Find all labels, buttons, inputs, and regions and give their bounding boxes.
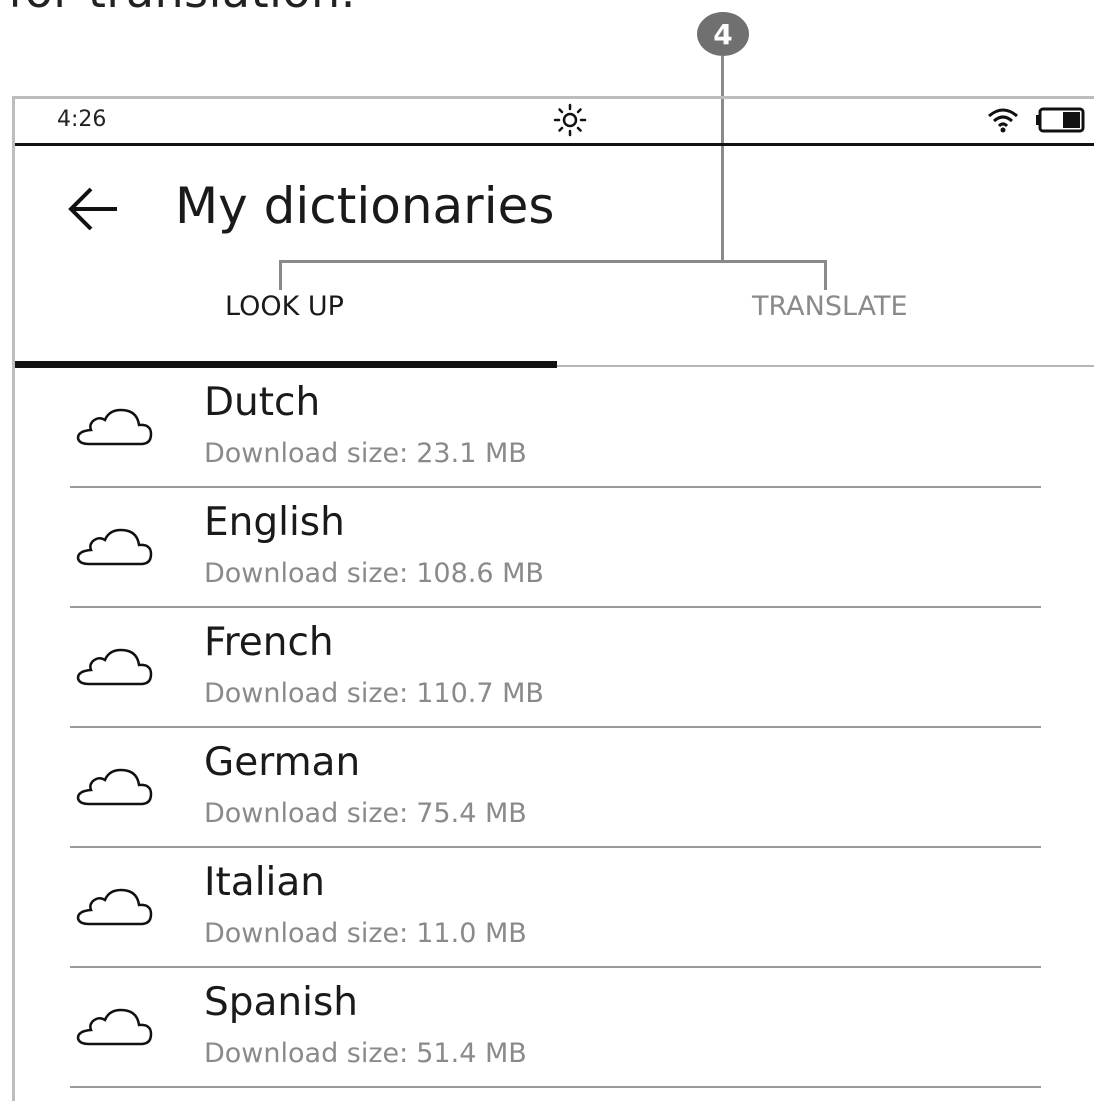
dictionary-name: German xyxy=(204,740,361,785)
tab-look-up[interactable]: LOOK UP xyxy=(225,291,344,322)
download-size: Download size: 75.4 MB xyxy=(204,798,527,829)
list-item-french[interactable]: French Download size: 110.7 MB xyxy=(15,608,1094,728)
download-size-value: 51.4 MB xyxy=(416,1038,527,1069)
list-divider xyxy=(70,1086,1041,1088)
dictionary-name: English xyxy=(204,500,345,545)
dictionary-name: French xyxy=(204,620,334,665)
download-size-value: 108.6 MB xyxy=(416,558,544,589)
list-item-english[interactable]: English Download size: 108.6 MB xyxy=(15,488,1094,608)
dictionary-list: Dutch Download size: 23.1 MB English Down… xyxy=(15,368,1094,1088)
download-size: Download size: 51.4 MB xyxy=(204,1038,527,1069)
download-size-value: 75.4 MB xyxy=(416,798,527,829)
active-tab-indicator xyxy=(15,361,557,368)
device-screen: 4:26 My dictionaries LOOK UP TRANSLATE D… xyxy=(12,96,1094,1101)
download-size-value: 11.0 MB xyxy=(416,918,527,949)
tab-translate[interactable]: TRANSLATE xyxy=(752,291,908,322)
dictionary-name: Spanish xyxy=(204,980,359,1025)
page: for translation. 4 4:26 xyxy=(0,0,1094,1101)
download-size-label: Download size: xyxy=(204,798,409,829)
cloud-icon[interactable] xyxy=(75,884,153,928)
wifi-icon xyxy=(988,108,1018,133)
cloud-icon[interactable] xyxy=(75,524,153,568)
download-size-label: Download size: xyxy=(204,438,409,469)
caption-text: for translation. xyxy=(8,0,356,18)
list-item-german[interactable]: German Download size: 75.4 MB xyxy=(15,728,1094,848)
tab-divider xyxy=(557,365,1094,367)
download-size-value: 110.7 MB xyxy=(416,678,544,709)
battery-icon xyxy=(1036,107,1085,133)
list-item-italian[interactable]: Italian Download size: 11.0 MB xyxy=(15,848,1094,968)
cloud-icon[interactable] xyxy=(75,764,153,808)
download-size-label: Download size: xyxy=(204,1038,409,1069)
download-size: Download size: 110.7 MB xyxy=(204,678,544,709)
download-size: Download size: 23.1 MB xyxy=(204,438,527,469)
list-item-dutch[interactable]: Dutch Download size: 23.1 MB xyxy=(15,368,1094,488)
download-size: Download size: 11.0 MB xyxy=(204,918,527,949)
cloud-icon[interactable] xyxy=(75,644,153,688)
sun-icon[interactable] xyxy=(553,103,587,137)
list-item-spanish[interactable]: Spanish Download size: 51.4 MB xyxy=(15,968,1094,1088)
dictionary-name: Dutch xyxy=(204,380,321,425)
arrow-left-icon[interactable] xyxy=(67,185,121,233)
status-bar: 4:26 xyxy=(15,99,1094,146)
download-size-label: Download size: xyxy=(204,918,409,949)
callout-badge: 4 xyxy=(697,12,749,56)
dictionary-name: Italian xyxy=(204,860,325,905)
page-title: My dictionaries xyxy=(175,177,555,235)
cloud-icon[interactable] xyxy=(75,1004,153,1048)
download-size-value: 23.1 MB xyxy=(416,438,527,469)
download-size-label: Download size: xyxy=(204,558,409,589)
download-size: Download size: 108.6 MB xyxy=(204,558,544,589)
cloud-icon[interactable] xyxy=(75,404,153,448)
download-size-label: Download size: xyxy=(204,678,409,709)
status-time: 4:26 xyxy=(57,107,107,132)
